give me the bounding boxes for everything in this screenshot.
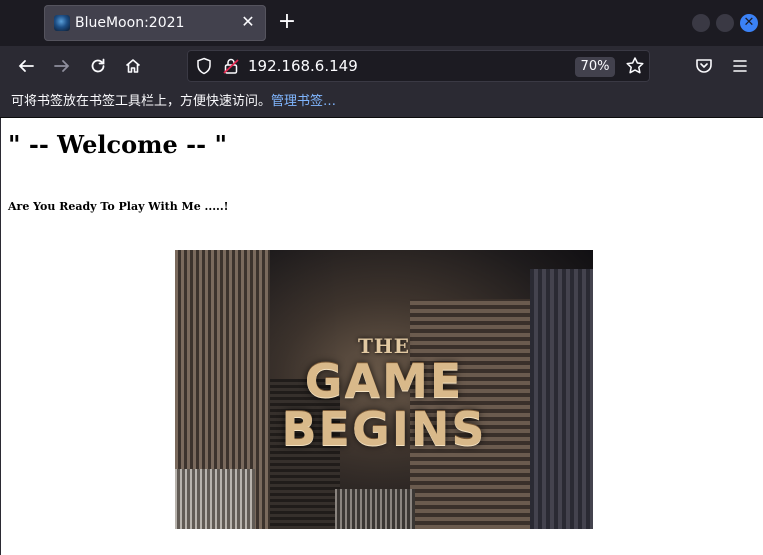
new-tab-button[interactable]: + bbox=[276, 11, 298, 33]
navigation-toolbar: 192.168.6.149 70% bbox=[0, 46, 763, 86]
globe-favicon-icon bbox=[54, 15, 70, 31]
image-text-begins: BEGINS bbox=[281, 402, 487, 456]
url-text[interactable]: 192.168.6.149 bbox=[248, 57, 358, 75]
bookmarks-hint-text: 可将书签放在书签工具栏上，方便快速访问。 bbox=[11, 94, 272, 109]
game-begins-image: THE GAME BEGINS bbox=[175, 250, 593, 529]
home-icon[interactable] bbox=[121, 54, 145, 78]
tab-title: BlueMoon:2021 bbox=[75, 15, 185, 31]
shield-icon[interactable] bbox=[195, 57, 213, 75]
pocket-icon[interactable] bbox=[692, 54, 716, 78]
back-icon[interactable] bbox=[14, 54, 38, 78]
address-bar[interactable]: 192.168.6.149 70% bbox=[187, 50, 650, 82]
image-title-text: THE GAME BEGINS bbox=[175, 335, 593, 453]
image-text-game: GAME bbox=[304, 354, 464, 408]
star-icon[interactable] bbox=[625, 56, 645, 76]
zoom-level-button[interactable]: 70% bbox=[575, 57, 615, 77]
insecure-lock-icon[interactable] bbox=[222, 57, 240, 75]
page-content: " -- Welcome -- " Are You Ready To Play … bbox=[0, 118, 763, 555]
tab-bluemoon[interactable]: BlueMoon:2021 ✕ bbox=[44, 5, 266, 41]
close-window-button[interactable]: ✕ bbox=[740, 14, 758, 32]
bookmarks-toolbar-message: 可将书签放在书签工具栏上，方便快速访问。管理书签… bbox=[11, 93, 336, 110]
page-heading: " -- Welcome -- " bbox=[8, 130, 227, 159]
page-subheading: Are You Ready To Play With Me .....! bbox=[8, 200, 229, 213]
close-icon[interactable]: ✕ bbox=[238, 12, 258, 32]
reload-icon[interactable] bbox=[86, 54, 110, 78]
maximize-button[interactable] bbox=[716, 14, 734, 32]
image-building bbox=[335, 489, 415, 529]
tab-strip: BlueMoon:2021 ✕ + ✕ bbox=[0, 0, 763, 46]
image-building bbox=[175, 469, 255, 529]
forward-icon[interactable] bbox=[50, 54, 74, 78]
minimize-button[interactable] bbox=[692, 14, 710, 32]
menu-icon[interactable] bbox=[728, 54, 752, 78]
manage-bookmarks-link[interactable]: 管理书签… bbox=[271, 94, 336, 109]
bookmarks-toolbar: 可将书签放在书签工具栏上，方便快速访问。管理书签… bbox=[0, 86, 763, 118]
